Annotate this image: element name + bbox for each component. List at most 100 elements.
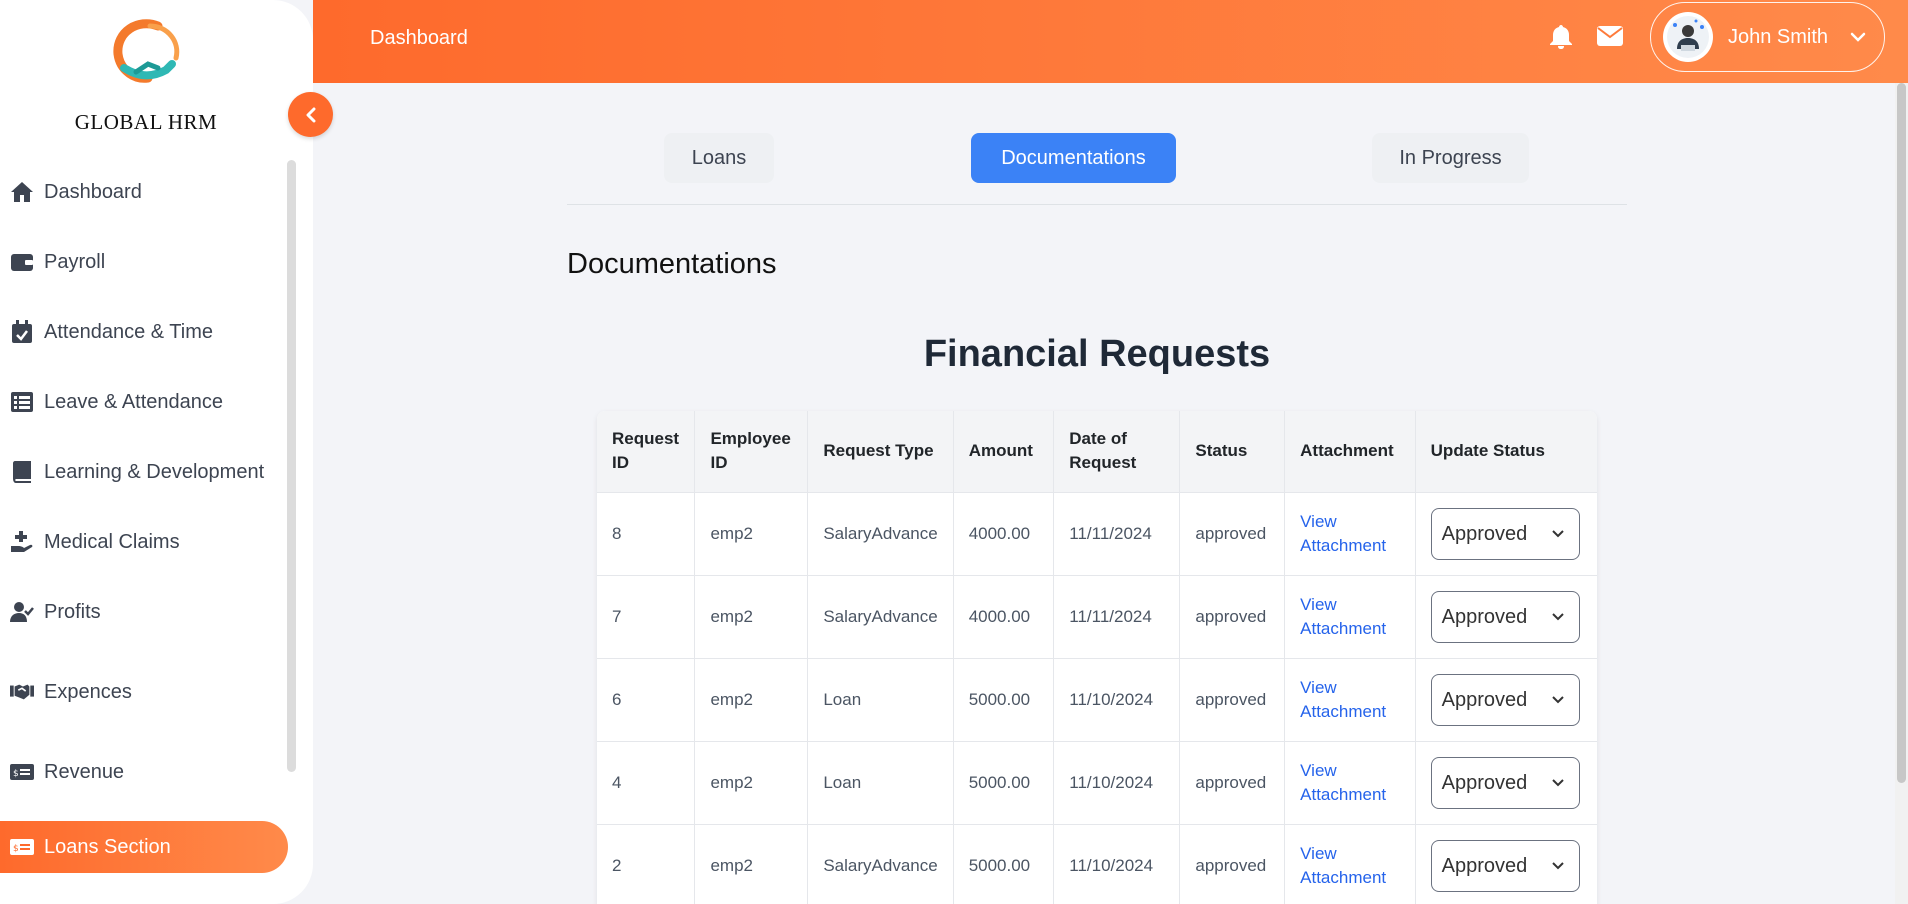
amount-cell: 5000.00 <box>953 740 1055 824</box>
chevron-down-icon <box>1551 696 1564 704</box>
status-select-value: Approved <box>1441 605 1528 628</box>
chevron-down-icon <box>1551 779 1564 787</box>
brand-name: GLOBAL HRM <box>74 110 218 134</box>
status-cell: approved <box>1179 823 1286 904</box>
sidebar-item-attendance-time[interactable]: Attendance & Time <box>0 306 290 358</box>
sidebar-item-label: Revenue <box>44 760 125 783</box>
table-header-row: Request ID Employee ID Request Type Amou… <box>597 411 1597 492</box>
attachment-cell: View Attachment <box>1284 491 1416 575</box>
sidebar-item-label: Expences <box>44 680 132 703</box>
status-select-value: Approved <box>1441 771 1528 794</box>
request-type-cell: SalaryAdvance <box>807 823 954 904</box>
sidebar-item-label: Profits <box>44 600 101 623</box>
handshake-logo <box>113 19 180 83</box>
request-type-cell: Loan <box>807 740 954 824</box>
status-select[interactable]: Approved <box>1430 590 1580 643</box>
sidebar-item-label: Payroll <box>44 250 106 273</box>
request-type-cell: SalaryAdvance <box>807 574 954 658</box>
wallet-icon <box>10 250 34 274</box>
request-id-cell: 8 <box>597 491 696 575</box>
date-cell: 11/11/2024 <box>1053 491 1181 575</box>
update-status-cell: Approved <box>1415 574 1597 658</box>
sidebar-item-payroll[interactable]: Payroll <box>0 236 290 288</box>
page-scrollbar-thumb[interactable] <box>1897 83 1906 783</box>
tab-in-progress[interactable]: In Progress <box>1372 133 1529 183</box>
column-header: Request ID <box>597 411 696 492</box>
calendar-check-icon <box>10 320 34 344</box>
column-header: Request Type <box>807 411 954 492</box>
status-select[interactable]: Approved <box>1430 756 1580 809</box>
chevron-down-icon <box>1551 862 1564 870</box>
sidebar-item-learning-development[interactable]: Learning & Development <box>0 446 290 498</box>
column-header: Status <box>1179 411 1286 492</box>
sidebar-item-label: Loans Section <box>44 835 171 858</box>
status-select[interactable]: Approved <box>1430 673 1580 726</box>
table-title: Financial Requests <box>923 333 1271 375</box>
view-attachment-link[interactable]: View Attachment <box>1300 512 1386 555</box>
sidebar-item-label: Dashboard <box>44 180 142 203</box>
hand-medical-icon <box>10 530 34 554</box>
status-cell: approved <box>1179 657 1286 741</box>
chevron-left-icon <box>306 107 315 122</box>
table-row: 4 emp2 Loan 5000.00 11/10/2024 approved … <box>597 740 1597 824</box>
view-attachment-link[interactable]: View Attachment <box>1300 761 1386 804</box>
request-id-cell: 4 <box>597 740 696 824</box>
bell-icon[interactable] <box>1549 24 1573 50</box>
sidebar-item-expences[interactable]: Expences <box>0 666 290 718</box>
request-type-cell: Loan <box>807 657 954 741</box>
amount-cell: 4000.00 <box>953 574 1055 658</box>
user-menu[interactable]: John Smith <box>1650 2 1885 72</box>
tab-loans[interactable]: Loans <box>664 133 774 183</box>
sidebar-item-loans-section[interactable]: $ Loans Section <box>0 821 288 873</box>
status-select[interactable]: Approved <box>1430 839 1580 892</box>
request-id-cell: 6 <box>597 657 696 741</box>
table-row: 8 emp2 SalaryAdvance 4000.00 11/11/2024 … <box>597 491 1597 575</box>
status-select-value: Approved <box>1441 688 1528 711</box>
chevron-down-icon <box>1551 613 1564 621</box>
tab-documentations[interactable]: Documentations <box>971 133 1176 183</box>
attachment-cell: View Attachment <box>1284 574 1416 658</box>
sidebar-item-label: Attendance & Time <box>44 320 213 343</box>
financial-requests-table: Request ID Employee ID Request Type Amou… <box>597 411 1597 904</box>
attachment-cell: View Attachment <box>1284 740 1416 824</box>
sidebar-item-profits[interactable]: Profits <box>0 586 290 638</box>
sidebar-collapse-button[interactable] <box>288 92 333 137</box>
column-header: Date of Request <box>1053 411 1181 492</box>
view-attachment-link[interactable]: View Attachment <box>1300 678 1386 721</box>
amount-cell: 4000.00 <box>953 491 1055 575</box>
envelope-icon[interactable] <box>1597 26 1623 46</box>
tab-bar: Loans Documentations In Progress <box>567 133 1627 205</box>
column-header: Amount <box>953 411 1055 492</box>
employee-id-cell: emp2 <box>694 823 809 904</box>
page-scrollbar[interactable] <box>1895 83 1908 904</box>
employee-id-cell: emp2 <box>694 574 809 658</box>
request-id-cell: 2 <box>597 823 696 904</box>
svg-text:$: $ <box>13 769 19 779</box>
status-select-value: Approved <box>1441 522 1528 545</box>
sidebar-item-medical-claims[interactable]: Medical Claims <box>0 516 290 568</box>
user-check-icon <box>10 600 34 624</box>
date-cell: 11/10/2024 <box>1053 823 1181 904</box>
status-select[interactable]: Approved <box>1430 507 1580 560</box>
sidebar-item-label: Leave & Attendance <box>44 390 224 413</box>
column-header: Employee ID <box>694 411 809 492</box>
update-status-cell: Approved <box>1415 657 1597 741</box>
update-status-cell: Approved <box>1415 740 1597 824</box>
header-title: Dashboard <box>370 27 468 49</box>
date-cell: 11/10/2024 <box>1053 657 1181 741</box>
chevron-down-icon <box>1850 32 1866 42</box>
amount-cell: 5000.00 <box>953 657 1055 741</box>
book-icon <box>10 460 34 484</box>
sidebar-item-revenue[interactable]: $ Revenue <box>0 746 290 798</box>
view-attachment-link[interactable]: View Attachment <box>1300 844 1386 887</box>
view-attachment-link[interactable]: View Attachment <box>1300 595 1386 638</box>
sidebar-item-dashboard[interactable]: Dashboard <box>0 166 290 218</box>
sidebar-item-label: Medical Claims <box>44 530 180 553</box>
top-header: Dashboard John Smith <box>313 0 1908 83</box>
list-icon <box>10 390 34 414</box>
employee-id-cell: emp2 <box>694 740 809 824</box>
sidebar-item-leave-attendance[interactable]: Leave & Attendance <box>0 376 290 428</box>
employee-id-cell: emp2 <box>694 657 809 741</box>
table-row: 7 emp2 SalaryAdvance 4000.00 11/11/2024 … <box>597 574 1597 658</box>
attachment-cell: View Attachment <box>1284 657 1416 741</box>
